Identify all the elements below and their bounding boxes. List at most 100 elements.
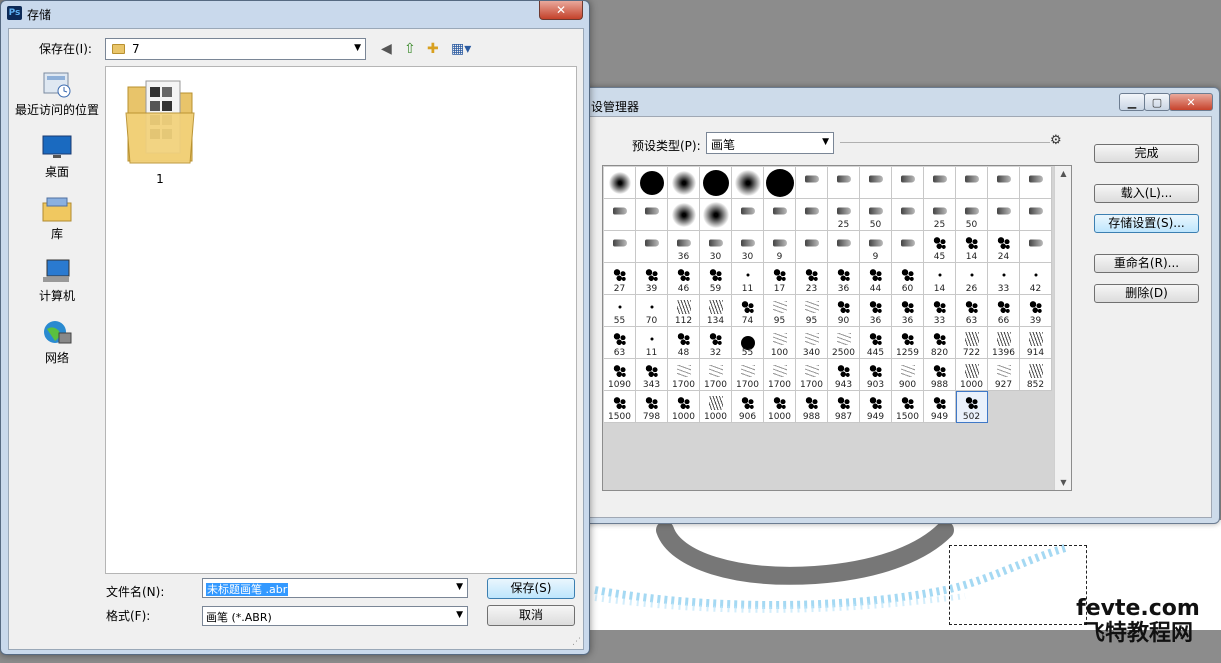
rename-button[interactable]: 重命名(R)... bbox=[1094, 254, 1199, 273]
save-button[interactable]: 保存(S) bbox=[487, 578, 575, 599]
back-icon[interactable]: ◀ bbox=[381, 41, 392, 57]
brush-preset-cell[interactable]: 63 bbox=[604, 327, 636, 359]
brush-preset-cell[interactable]: 70 bbox=[636, 295, 668, 327]
place-recent[interactable]: 最近访问的位置 bbox=[9, 71, 105, 118]
brush-preset-cell[interactable]: 17 bbox=[764, 263, 796, 295]
chevron-down-icon[interactable]: ▼ bbox=[456, 582, 463, 592]
grid-scrollbar[interactable]: ▲ ▼ bbox=[1054, 166, 1071, 490]
brush-preset-cell[interactable]: 1500 bbox=[892, 391, 924, 423]
brush-preset-cell[interactable]: 1396 bbox=[988, 327, 1020, 359]
brush-preset-cell[interactable] bbox=[828, 231, 860, 263]
scroll-down-icon[interactable]: ▼ bbox=[1055, 478, 1072, 487]
brush-preset-cell[interactable]: 95 bbox=[796, 295, 828, 327]
brush-preset-cell[interactable] bbox=[636, 167, 668, 199]
brush-preset-cell[interactable]: 1700 bbox=[700, 359, 732, 391]
maximize-button[interactable]: ▢ bbox=[1144, 93, 1170, 111]
file-name-input[interactable]: 未标题画笔 .abr ▼ bbox=[202, 578, 468, 598]
brush-preset-cell[interactable]: 55 bbox=[732, 327, 764, 359]
brush-preset-cell[interactable] bbox=[796, 167, 828, 199]
brush-preset-cell[interactable]: 25 bbox=[828, 199, 860, 231]
brush-preset-cell[interactable]: 988 bbox=[796, 391, 828, 423]
brush-preset-cell[interactable] bbox=[668, 167, 700, 199]
brush-preset-cell[interactable]: 988 bbox=[924, 359, 956, 391]
brush-preset-cell[interactable] bbox=[700, 167, 732, 199]
brush-preset-cell[interactable] bbox=[604, 199, 636, 231]
place-libraries[interactable]: 库 bbox=[9, 195, 105, 242]
brush-preset-cell[interactable]: 112 bbox=[668, 295, 700, 327]
brush-preset-cell[interactable]: 26 bbox=[956, 263, 988, 295]
done-button[interactable]: 完成 bbox=[1094, 144, 1199, 163]
brush-preset-cell[interactable]: 1259 bbox=[892, 327, 924, 359]
brush-preset-cell[interactable]: 74 bbox=[732, 295, 764, 327]
brush-preset-cell[interactable] bbox=[892, 231, 924, 263]
brush-preset-cell[interactable]: 36 bbox=[668, 231, 700, 263]
brush-preset-cell[interactable]: 900 bbox=[892, 359, 924, 391]
place-desktop[interactable]: 桌面 bbox=[9, 133, 105, 180]
place-network[interactable]: 网络 bbox=[9, 319, 105, 366]
brush-preset-cell[interactable]: 39 bbox=[636, 263, 668, 295]
view-menu-icon[interactable]: ▦▾ bbox=[451, 41, 471, 57]
brush-preset-cell[interactable]: 987 bbox=[828, 391, 860, 423]
brush-preset-cell[interactable] bbox=[924, 167, 956, 199]
brush-preset-cell[interactable] bbox=[988, 199, 1020, 231]
brush-preset-cell[interactable]: 25 bbox=[924, 199, 956, 231]
brush-preset-cell[interactable] bbox=[604, 167, 636, 199]
gear-icon[interactable]: ⚙ bbox=[1050, 133, 1062, 148]
brush-preset-cell[interactable] bbox=[892, 167, 924, 199]
brush-preset-cell[interactable]: 100 bbox=[764, 327, 796, 359]
close-button[interactable]: ✕ bbox=[539, 1, 583, 20]
brush-preset-cell[interactable]: 949 bbox=[860, 391, 892, 423]
brush-preset-cell[interactable] bbox=[892, 199, 924, 231]
brush-preset-cell[interactable]: 66 bbox=[988, 295, 1020, 327]
brush-preset-cell[interactable]: 39 bbox=[1020, 295, 1052, 327]
brush-preset-cell[interactable]: 33 bbox=[988, 263, 1020, 295]
scroll-up-icon[interactable]: ▲ bbox=[1055, 169, 1072, 178]
brush-preset-cell[interactable]: 63 bbox=[956, 295, 988, 327]
brush-preset-cell[interactable]: 30 bbox=[700, 231, 732, 263]
brush-preset-cell[interactable] bbox=[636, 199, 668, 231]
brush-preset-cell[interactable]: 36 bbox=[828, 263, 860, 295]
brush-preset-cell[interactable]: 45 bbox=[924, 231, 956, 263]
brush-preset-cell[interactable] bbox=[764, 167, 796, 199]
place-computer[interactable]: 计算机 bbox=[9, 257, 105, 304]
brush-preset-cell[interactable]: 42 bbox=[1020, 263, 1052, 295]
brush-preset-cell[interactable]: 50 bbox=[860, 199, 892, 231]
brush-preset-cell[interactable]: 23 bbox=[796, 263, 828, 295]
brush-preset-cell[interactable] bbox=[1020, 231, 1052, 263]
brush-preset-cell[interactable]: 445 bbox=[860, 327, 892, 359]
brush-preset-cell[interactable]: 9 bbox=[860, 231, 892, 263]
brush-preset-cell[interactable] bbox=[764, 199, 796, 231]
brush-preset-cell[interactable]: 943 bbox=[828, 359, 860, 391]
brush-preset-cell[interactable]: 44 bbox=[860, 263, 892, 295]
brush-preset-cell[interactable]: 903 bbox=[860, 359, 892, 391]
brush-preset-cell[interactable] bbox=[732, 167, 764, 199]
brush-preset-cell[interactable] bbox=[828, 167, 860, 199]
folder-select[interactable]: 7 ▼ bbox=[105, 38, 366, 60]
brush-preset-cell[interactable] bbox=[1020, 199, 1052, 231]
brush-preset-cell[interactable]: 1700 bbox=[732, 359, 764, 391]
brush-preset-cell[interactable]: 949 bbox=[924, 391, 956, 423]
cancel-button[interactable]: 取消 bbox=[487, 605, 575, 626]
brush-preset-cell[interactable] bbox=[956, 167, 988, 199]
brush-preset-cell[interactable] bbox=[732, 199, 764, 231]
brush-preset-cell[interactable]: 14 bbox=[924, 263, 956, 295]
brush-preset-cell[interactable]: 9 bbox=[764, 231, 796, 263]
brush-preset-cell[interactable]: 36 bbox=[892, 295, 924, 327]
brush-preset-cell[interactable] bbox=[668, 199, 700, 231]
brush-preset-cell[interactable] bbox=[988, 167, 1020, 199]
brush-preset-cell[interactable]: 60 bbox=[892, 263, 924, 295]
resize-grip-icon[interactable]: ⋰ bbox=[572, 637, 581, 647]
brush-preset-cell[interactable]: 1700 bbox=[796, 359, 828, 391]
brush-preset-cell[interactable]: 14 bbox=[956, 231, 988, 263]
brush-preset-cell[interactable]: 1000 bbox=[668, 391, 700, 423]
brush-preset-cell[interactable]: 33 bbox=[924, 295, 956, 327]
brush-preset-cell[interactable]: 914 bbox=[1020, 327, 1052, 359]
brush-preset-cell[interactable]: 340 bbox=[796, 327, 828, 359]
brush-preset-cell[interactable]: 1000 bbox=[956, 359, 988, 391]
brush-preset-cell[interactable]: 48 bbox=[668, 327, 700, 359]
close-button[interactable]: ✕ bbox=[1169, 93, 1213, 111]
brush-preset-cell[interactable] bbox=[796, 231, 828, 263]
brush-preset-cell[interactable]: 30 bbox=[732, 231, 764, 263]
brush-preset-cell[interactable]: 24 bbox=[988, 231, 1020, 263]
brush-preset-cell[interactable]: 722 bbox=[956, 327, 988, 359]
